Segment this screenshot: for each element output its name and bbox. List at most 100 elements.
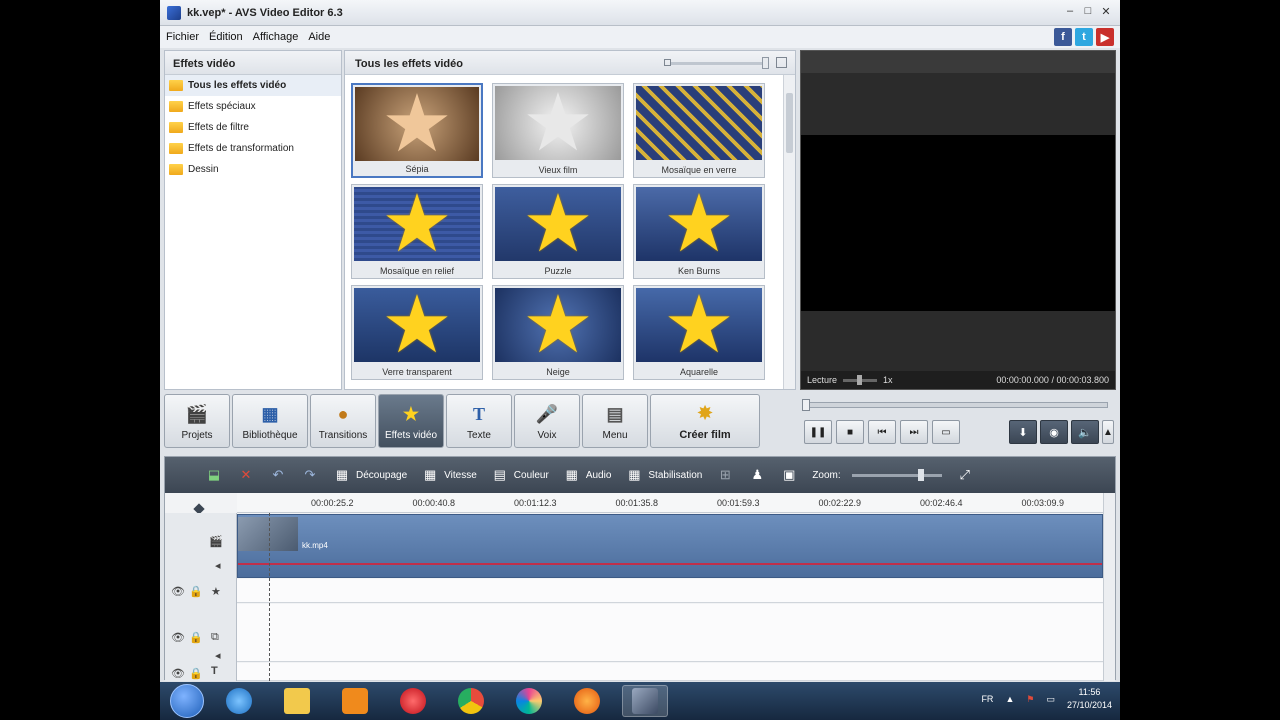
zoom-fit-icon[interactable]: ⤢ xyxy=(956,467,974,482)
toolbar-label: Transitions xyxy=(318,430,368,441)
lock-icon[interactable]: 🔒 xyxy=(189,585,203,598)
split-icon[interactable]: ⬇ xyxy=(1009,420,1037,444)
twitter-icon[interactable]: t xyxy=(1075,28,1093,46)
effects-track[interactable] xyxy=(237,579,1103,603)
start-button-icon[interactable] xyxy=(170,684,204,718)
storyboard-icon[interactable]: ▣ xyxy=(780,467,798,482)
thumbnail-large-icon[interactable] xyxy=(776,57,787,68)
visibility-icon[interactable]: 👁 xyxy=(171,667,185,680)
scrollbar-thumb[interactable] xyxy=(786,93,793,153)
menu-button[interactable]: ▤ Menu xyxy=(582,394,648,448)
undo-icon[interactable]: ↶ xyxy=(269,467,287,482)
menu-aide[interactable]: Aide xyxy=(308,31,330,43)
category-drawing[interactable]: Dessin xyxy=(165,159,341,180)
transitions-button[interactable]: ● Transitions xyxy=(310,394,376,448)
photos-icon[interactable] xyxy=(506,685,552,717)
effect-tile[interactable]: ★ Verre transparent xyxy=(351,285,483,380)
media-player-icon[interactable] xyxy=(332,685,378,717)
category-filter-effects[interactable]: Effets de filtre xyxy=(165,117,341,138)
slider-handle[interactable] xyxy=(917,468,924,481)
text-track[interactable] xyxy=(237,663,1103,681)
more-arrow-icon[interactable]: ▲ xyxy=(1102,420,1114,444)
slider-handle[interactable] xyxy=(857,374,863,385)
effect-label: Sépia xyxy=(405,164,429,174)
pause-button[interactable]: ❚❚ xyxy=(804,420,832,444)
previous-frame-button[interactable]: ⏮ xyxy=(868,420,896,444)
thumbnail-small-icon[interactable] xyxy=(664,59,671,66)
timeline-ruler[interactable]: 00:00:25.2 00:00:40.8 00:01:12.3 00:01:35.8… xyxy=(237,493,1103,513)
delete-icon[interactable]: ✕ xyxy=(237,467,255,482)
effect-tile[interactable]: ★ Mosaïque en verre xyxy=(633,83,765,178)
effect-tile[interactable]: ★ Neige xyxy=(492,285,624,380)
effect-tile[interactable]: ★ Ken Burns xyxy=(633,184,765,279)
effect-thumbnail: ★ xyxy=(636,187,762,261)
voice-button[interactable]: 🎤 Voix xyxy=(514,394,580,448)
opera-icon[interactable] xyxy=(390,685,436,717)
language-indicator[interactable]: FR xyxy=(981,694,993,704)
fullscreen-button[interactable]: ▭ xyxy=(932,420,960,444)
text-track-icon: T xyxy=(211,665,218,677)
battery-icon[interactable]: ▭ xyxy=(1046,694,1055,705)
effect-tile[interactable]: ★ Aquarelle xyxy=(633,285,765,380)
effect-tile[interactable]: ★ Puzzle xyxy=(492,184,624,279)
effect-tile[interactable]: ★ Mosaïque en relief xyxy=(351,184,483,279)
effect-tile[interactable]: ★ Sépia xyxy=(351,83,483,178)
menu-edition[interactable]: Édition xyxy=(209,31,243,43)
visibility-icon[interactable]: 👁 xyxy=(171,631,185,644)
projects-button[interactable]: 🎬 Projets xyxy=(164,394,230,448)
next-frame-button[interactable]: ⏭ xyxy=(900,420,928,444)
library-button[interactable]: ▦ Bibliothèque xyxy=(232,394,308,448)
visibility-icon[interactable]: 👁 xyxy=(171,585,185,598)
volume-icon[interactable]: 🔈 xyxy=(1071,420,1099,444)
slider-handle[interactable] xyxy=(762,57,769,69)
voice-over-icon[interactable]: ♟ xyxy=(748,467,766,482)
stop-button[interactable]: ■ xyxy=(836,420,864,444)
facebook-icon[interactable]: f xyxy=(1054,28,1072,46)
firefox-icon[interactable] xyxy=(564,685,610,717)
avs-video-editor-icon[interactable] xyxy=(622,685,668,717)
network-icon[interactable]: ▲ xyxy=(1005,694,1014,704)
category-label: Effets spéciaux xyxy=(188,101,256,112)
category-all-effects[interactable]: Tous les effets vidéo xyxy=(165,75,341,96)
speed-tool[interactable]: ▦ Vitesse xyxy=(421,467,477,482)
star-icon: ★ xyxy=(522,187,594,261)
category-transform-effects[interactable]: Effets de transformation xyxy=(165,138,341,159)
thumbnail-size-slider[interactable] xyxy=(671,57,769,69)
close-button[interactable]: ✕ xyxy=(1098,3,1114,19)
menu-affichage[interactable]: Affichage xyxy=(253,31,299,43)
category-special-effects[interactable]: Effets spéciaux xyxy=(165,96,341,117)
effects-scrollbar[interactable] xyxy=(783,75,795,389)
split-clip-icon[interactable]: ⊞ xyxy=(716,467,734,482)
file-explorer-icon[interactable] xyxy=(274,685,320,717)
snapshot-icon[interactable]: ◉ xyxy=(1040,420,1068,444)
overlay-track[interactable] xyxy=(237,604,1103,662)
text-button[interactable]: T Texte xyxy=(446,394,512,448)
stabilization-tool[interactable]: ▦ Stabilisation xyxy=(625,467,702,482)
effect-tile[interactable]: ★ Vieux film xyxy=(492,83,624,178)
video-effects-button[interactable]: ★ Effets vidéo xyxy=(378,394,444,448)
action-center-icon[interactable]: ⚑ xyxy=(1026,694,1034,705)
trim-tool[interactable]: ▦ Découpage xyxy=(333,467,407,482)
system-clock[interactable]: 11:56 27/10/2014 xyxy=(1067,686,1112,712)
menu-fichier[interactable]: Fichier xyxy=(166,31,199,43)
maximize-button[interactable]: □ xyxy=(1080,3,1096,19)
lock-icon[interactable]: 🔒 xyxy=(189,631,203,644)
add-to-timeline-icon[interactable]: ⬓ xyxy=(205,467,223,482)
seekbar-handle[interactable] xyxy=(802,399,810,411)
audio-tool[interactable]: ▦ Audio xyxy=(563,467,612,482)
redo-icon[interactable]: ↷ xyxy=(301,467,319,482)
color-tool[interactable]: ▤ Couleur xyxy=(491,467,549,482)
video-track[interactable]: kk.mp4 xyxy=(237,514,1103,578)
internet-explorer-icon[interactable] xyxy=(216,685,262,717)
chrome-icon[interactable] xyxy=(448,685,494,717)
speed-slider[interactable] xyxy=(843,374,878,385)
minimize-button[interactable]: – xyxy=(1062,3,1078,19)
playback-seekbar[interactable] xyxy=(802,399,1108,411)
lock-icon[interactable]: 🔒 xyxy=(189,667,203,680)
preview-video[interactable] xyxy=(801,135,1115,311)
create-movie-button[interactable]: ✸ Créer film xyxy=(650,394,760,448)
timeline-scrollbar[interactable] xyxy=(1103,493,1115,681)
clip-thumbnail[interactable] xyxy=(238,517,298,551)
youtube-icon[interactable]: ▶ xyxy=(1096,28,1114,46)
zoom-slider[interactable] xyxy=(851,468,942,481)
